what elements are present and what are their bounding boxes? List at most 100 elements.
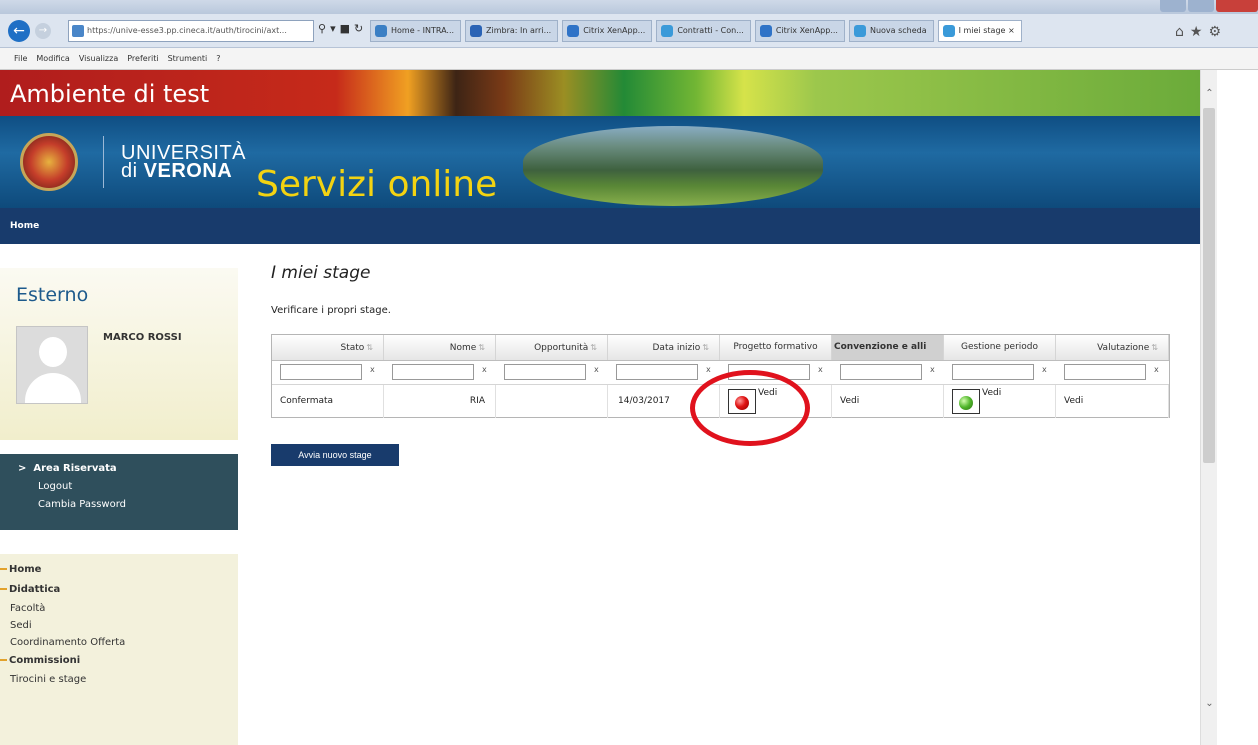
column-header-nome[interactable]: Nome ⇅: [384, 335, 496, 360]
sidebar-item-sedi[interactable]: Sedi: [0, 617, 238, 634]
clear-filter-icon[interactable]: x: [370, 365, 375, 374]
filter-input-stato[interactable]: [280, 364, 362, 380]
menu-modifica[interactable]: Modifica: [36, 48, 69, 69]
address-bar[interactable]: https://unive-esse3.pp.cineca.it/auth/ti…: [68, 20, 314, 42]
user-name: MARCO ROSSI: [103, 332, 182, 343]
site-favicon-icon: [72, 25, 84, 37]
cell-convenzione: Vedi: [832, 385, 944, 418]
filter-input-opportunita[interactable]: [504, 364, 586, 380]
filter-input-data-inizio[interactable]: [616, 364, 698, 380]
search-icon[interactable]: ⚲: [318, 22, 330, 35]
convenzione-vedi-link[interactable]: Vedi: [840, 396, 859, 406]
column-header-valutazione[interactable]: Valutazione ⇅: [1056, 335, 1169, 360]
browser-tab[interactable]: Nuova scheda: [848, 20, 934, 42]
cell-nome: RIA: [384, 385, 496, 418]
clear-filter-icon[interactable]: x: [1042, 365, 1047, 374]
university-logo[interactable]: UNIVERSITÀ di VERONA: [121, 143, 246, 181]
column-header-opportunita[interactable]: Opportunità ⇅: [496, 335, 608, 360]
sidebar-item-commissioni[interactable]: Commissioni: [0, 651, 238, 671]
column-header-data-inizio[interactable]: Data inizio ⇅: [608, 335, 720, 360]
reserved-area-link[interactable]: > Area Riservata: [18, 460, 238, 478]
browser-tab[interactable]: Contratti - Con...: [656, 20, 751, 42]
gestione-vedi-link[interactable]: Vedi: [982, 377, 1001, 410]
cell-opportunita: [496, 385, 608, 418]
address-tools: ⚲▾■↻: [318, 22, 367, 35]
refresh-icon[interactable]: ↻: [354, 22, 367, 35]
star-icon[interactable]: ★: [1190, 24, 1209, 40]
minimize-button[interactable]: [1160, 0, 1186, 12]
clear-filter-icon[interactable]: x: [930, 365, 935, 374]
new-stage-button[interactable]: Avvia nuovo stage: [271, 444, 399, 466]
scroll-down-icon[interactable]: ⌄: [1201, 698, 1218, 712]
sidebar-item-facolta[interactable]: Facoltà: [0, 600, 238, 617]
sidebar-item-tirocini[interactable]: Tirocini e stage: [0, 671, 238, 688]
menu-preferiti[interactable]: Preferiti: [127, 48, 158, 69]
menu-visualizza[interactable]: Visualizza: [79, 48, 118, 69]
site-banner: UNIVERSITÀ di VERONA Servizi online: [0, 116, 1200, 208]
scroll-up-icon[interactable]: ⌃: [1201, 88, 1218, 102]
clear-filter-icon[interactable]: x: [1154, 365, 1159, 374]
column-header-stato[interactable]: Stato ⇅: [272, 335, 384, 360]
filter-row: x x x x x x x x: [272, 361, 1169, 385]
cell-progetto-formativo: Vedi: [720, 385, 832, 418]
menu-help[interactable]: ?: [216, 48, 220, 69]
browser-tab[interactable]: Home - INTRA...: [370, 20, 462, 42]
column-header-convenzione[interactable]: Convenzione e alli: [832, 335, 944, 360]
back-button[interactable]: ←: [8, 20, 30, 42]
valutazione-vedi-link[interactable]: Vedi: [1064, 396, 1083, 406]
progetto-status-button[interactable]: [728, 389, 756, 414]
sidebar-item-coordinamento-offerta[interactable]: Coordinamento Offerta: [0, 634, 238, 651]
browser-tab[interactable]: Citrix XenApp...: [562, 20, 653, 42]
progetto-vedi-link[interactable]: Vedi: [758, 377, 777, 410]
user-role: Esterno: [16, 284, 89, 306]
sort-icon: ⇅: [590, 343, 597, 352]
avatar: [16, 326, 88, 404]
university-seal-icon: [20, 133, 78, 191]
user-box: Esterno MARCO ROSSI: [0, 268, 238, 440]
browser-tabs: Home - INTRA... Zimbra: In arri... Citri…: [370, 20, 1026, 44]
clear-filter-icon[interactable]: x: [818, 365, 823, 374]
logout-link[interactable]: Logout: [18, 478, 238, 496]
top-navigation: Home: [0, 208, 1200, 244]
change-password-link[interactable]: Cambia Password: [18, 496, 238, 514]
gear-icon[interactable]: ⚙: [1208, 24, 1227, 40]
scrollbar-thumb[interactable]: [1203, 108, 1215, 463]
column-header-progetto-formativo[interactable]: Progetto formativo: [720, 335, 832, 360]
sidebar-item-home[interactable]: Home: [0, 560, 238, 580]
maximize-button[interactable]: [1188, 0, 1214, 12]
address-url: https://unive-esse3.pp.cineca.it/auth/ti…: [87, 26, 287, 35]
cell-valutazione: Vedi: [1056, 385, 1169, 418]
clear-filter-icon[interactable]: x: [706, 365, 711, 374]
page-scrollbar[interactable]: ⌃ ⌄: [1200, 70, 1217, 745]
sort-icon: ⇅: [478, 343, 485, 352]
menu-file[interactable]: File: [14, 48, 27, 69]
dropdown-icon[interactable]: ▾: [330, 22, 340, 35]
filter-input-valutazione[interactable]: [1064, 364, 1146, 380]
table-header: Stato ⇅ Nome ⇅ Opportunità ⇅ Data inizio ⇅ P…: [272, 335, 1169, 361]
browser-tab[interactable]: Zimbra: In arri...: [465, 20, 559, 42]
column-header-gestione-periodo[interactable]: Gestione periodo: [944, 335, 1056, 360]
close-window-button[interactable]: [1216, 0, 1258, 12]
clear-filter-icon[interactable]: x: [482, 365, 487, 374]
browser-tools: ⌂★⚙: [1175, 24, 1227, 40]
test-environment-label: Ambiente di test: [10, 80, 210, 108]
chevron-right-icon: >: [18, 463, 27, 474]
browser-tab[interactable]: Citrix XenApp...: [754, 20, 845, 42]
sidebar-item-didattica[interactable]: Didattica: [0, 580, 238, 600]
menu-strumenti[interactable]: Strumenti: [168, 48, 208, 69]
browser-menubar: File Modifica Visualizza Preferiti Strum…: [0, 48, 1258, 70]
home-icon[interactable]: ⌂: [1175, 24, 1190, 40]
forward-button[interactable]: →: [35, 23, 51, 39]
tab-favicon-icon: [759, 25, 772, 37]
clear-filter-icon[interactable]: x: [594, 365, 599, 374]
tab-favicon-icon: [375, 25, 387, 37]
browser-tab-active[interactable]: I miei stage ×: [937, 20, 1022, 42]
nav-home-link[interactable]: Home: [10, 221, 39, 231]
tab-favicon-icon: [661, 25, 674, 37]
lock-icon[interactable]: ■: [340, 22, 354, 35]
filter-input-nome[interactable]: [392, 364, 474, 380]
gestione-status-button[interactable]: [952, 389, 980, 414]
sort-icon: ⇅: [366, 343, 373, 352]
sort-icon: ⇅: [702, 343, 709, 352]
filter-input-convenzione[interactable]: [840, 364, 922, 380]
